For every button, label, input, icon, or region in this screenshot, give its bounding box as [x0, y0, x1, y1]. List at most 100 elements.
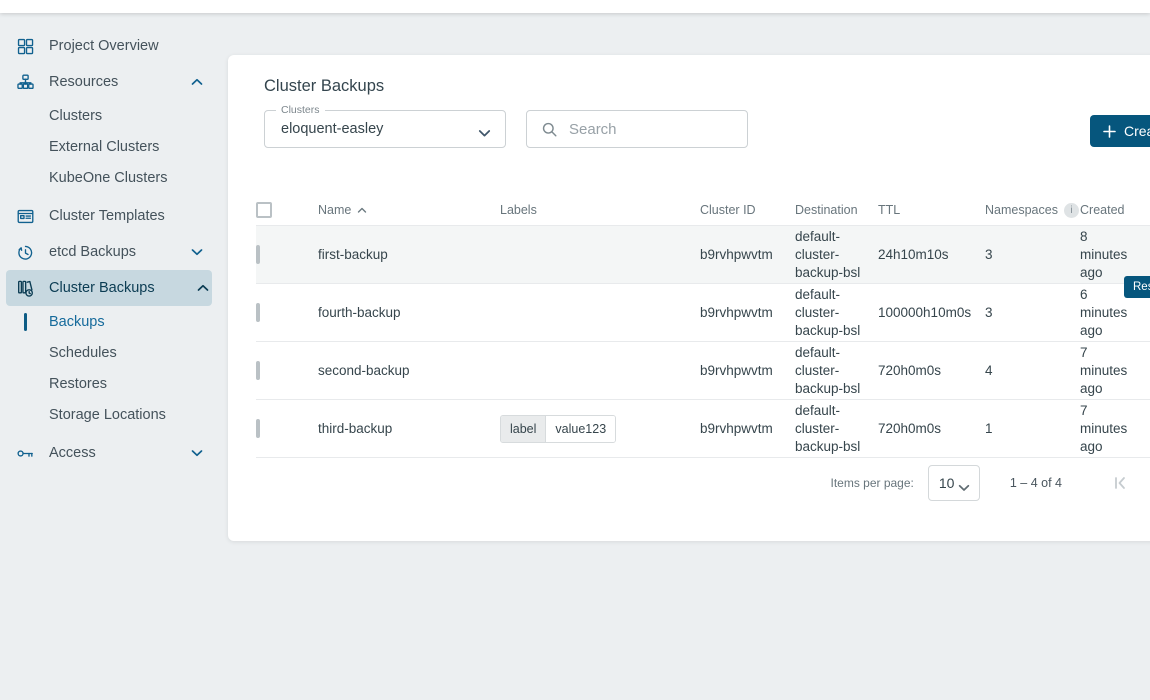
search-input[interactable]	[569, 121, 729, 138]
column-header-destination: Destination	[795, 203, 878, 217]
sidebar: Project Overview Resources Clusters Exte…	[0, 13, 228, 471]
grid-icon	[16, 37, 35, 56]
column-header-ttl: TTL	[878, 203, 985, 217]
table-header-row: Name Labels Cluster ID Destination TTL N…	[256, 195, 1150, 225]
chevron-up-icon	[191, 73, 203, 91]
sidebar-item-external-clusters[interactable]: External Clusters	[0, 131, 212, 162]
plus-icon	[1103, 125, 1116, 138]
row-checkbox[interactable]	[256, 303, 260, 322]
create-button[interactable]: Create	[1090, 115, 1150, 147]
sidebar-item-schedules[interactable]: Schedules	[0, 337, 212, 368]
clusters-select-value: eloquent-easley	[265, 111, 505, 147]
column-header-name[interactable]: Name	[318, 203, 500, 217]
page-size-select[interactable]: 10	[928, 465, 980, 501]
clusters-select[interactable]: Clusters eloquent-easley	[264, 110, 506, 148]
chevron-down-icon	[958, 479, 970, 497]
cluster-backups-panel: Cluster Backups Clusters eloquent-easley…	[228, 55, 1150, 541]
chevron-up-icon	[197, 279, 209, 297]
sidebar-item-label: Resources	[49, 74, 118, 90]
row-checkbox[interactable]	[256, 419, 260, 438]
sidebar-item-access[interactable]: Access	[0, 435, 212, 471]
backup-namespaces: 3	[985, 304, 1080, 322]
sidebar-item-label: Clusters	[49, 108, 102, 124]
sidebar-item-storage-locations[interactable]: Storage Locations	[0, 399, 212, 430]
select-all-checkbox[interactable]	[256, 202, 272, 218]
sitemap-icon	[16, 73, 35, 92]
backup-namespaces: 3	[985, 246, 1080, 264]
backup-ttl: 24h10m10s	[878, 246, 985, 264]
sidebar-item-kubeone-clusters[interactable]: KubeOne Clusters	[0, 162, 212, 193]
backups-archive-clock-icon	[16, 279, 35, 298]
backup-name: fourth-backup	[318, 304, 500, 322]
label-chip-value: value123	[545, 416, 615, 442]
sidebar-item-label: External Clusters	[49, 139, 159, 155]
backup-ttl: 100000h10m0s	[878, 304, 985, 322]
sidebar-item-label: KubeOne Clusters	[49, 170, 167, 186]
table-row[interactable]: first-backup b9rvhpwvtm default-cluster-…	[256, 225, 1150, 283]
info-icon[interactable]: i	[1064, 203, 1079, 218]
backups-table: Name Labels Cluster ID Destination TTL N…	[256, 195, 1150, 508]
sidebar-item-label: Cluster Backups	[49, 280, 155, 296]
backup-labels: label value123	[500, 415, 700, 443]
paginator: Items per page: 10 1 – 4 of 4	[256, 458, 1150, 508]
backup-created: 8 minutes ago	[1080, 228, 1144, 282]
clusters-select-label: Clusters	[276, 104, 325, 116]
sidebar-item-project-overview[interactable]: Project Overview	[0, 28, 212, 64]
label-chip: label value123	[500, 415, 616, 443]
search-icon	[541, 121, 558, 138]
label-chip-key: label	[501, 416, 545, 442]
backup-name: third-backup	[318, 420, 500, 438]
page-range-label: 1 – 4 of 4	[1010, 476, 1062, 490]
active-indicator-bar	[24, 313, 27, 331]
backup-destination: default-cluster-backup-bsl	[795, 286, 878, 340]
key-icon	[16, 444, 35, 463]
column-header-created: Created	[1080, 203, 1144, 217]
first-page-button[interactable]	[1110, 473, 1130, 493]
table-row[interactable]: second-backup b9rvhpwvtm default-cluster…	[256, 341, 1150, 399]
sort-ascending-icon	[357, 207, 367, 214]
sidebar-item-label: Restores	[49, 376, 107, 392]
backup-created: 7 minutes ago	[1080, 344, 1144, 398]
search-box	[526, 110, 748, 148]
sidebar-item-etcd-backups[interactable]: etcd Backups	[0, 234, 212, 270]
backup-ttl: 720h0m0s	[878, 362, 985, 380]
backup-name: second-backup	[318, 362, 500, 380]
sidebar-item-label: Schedules	[49, 345, 117, 361]
backup-cluster-id: b9rvhpwvtm	[700, 362, 795, 380]
filter-bar: Clusters eloquent-easley	[264, 110, 1150, 148]
table-row[interactable]: fourth-backup b9rvhpwvtm default-cluster…	[256, 283, 1150, 341]
sidebar-item-label: Project Overview	[49, 38, 159, 54]
template-card-icon	[16, 207, 35, 226]
backup-namespaces: 1	[985, 420, 1080, 438]
sidebar-item-backups[interactable]: Backups	[0, 306, 212, 337]
backup-namespaces: 4	[985, 362, 1080, 380]
chevron-down-icon	[191, 243, 203, 261]
row-checkbox[interactable]	[256, 245, 260, 264]
sidebar-item-label: Storage Locations	[49, 407, 166, 423]
sidebar-item-clusters[interactable]: Clusters	[0, 100, 212, 131]
row-checkbox[interactable]	[256, 361, 260, 380]
table-row[interactable]: third-backup label value123 b9rvhpwvtm d…	[256, 399, 1150, 457]
sidebar-item-resources[interactable]: Resources	[0, 64, 212, 100]
backup-destination: default-cluster-backup-bsl	[795, 344, 878, 398]
backup-created: 7 minutes ago	[1080, 402, 1144, 456]
sidebar-item-label: Cluster Templates	[49, 208, 165, 224]
backup-cluster-id: b9rvhpwvtm	[700, 304, 795, 322]
backup-destination: default-cluster-backup-bsl	[795, 228, 878, 282]
column-header-labels: Labels	[500, 203, 700, 217]
sidebar-item-restores[interactable]: Restores	[0, 368, 212, 399]
chevron-down-icon	[478, 125, 491, 143]
create-button-label: Create	[1124, 123, 1150, 139]
history-clock-icon	[16, 243, 35, 262]
backup-cluster-id: b9rvhpwvtm	[700, 420, 795, 438]
restore-tooltip: Restore	[1124, 276, 1150, 298]
sidebar-item-label: Backups	[49, 314, 105, 330]
page-title: Cluster Backups	[264, 77, 1150, 96]
top-toolbar	[0, 0, 1150, 13]
page-size-value: 10	[929, 466, 979, 500]
sidebar-item-cluster-templates[interactable]: Cluster Templates	[0, 198, 212, 234]
backup-cluster-id: b9rvhpwvtm	[700, 246, 795, 264]
backup-name: first-backup	[318, 246, 500, 264]
sidebar-item-label: Access	[49, 445, 96, 461]
sidebar-item-cluster-backups[interactable]: Cluster Backups	[6, 270, 212, 306]
